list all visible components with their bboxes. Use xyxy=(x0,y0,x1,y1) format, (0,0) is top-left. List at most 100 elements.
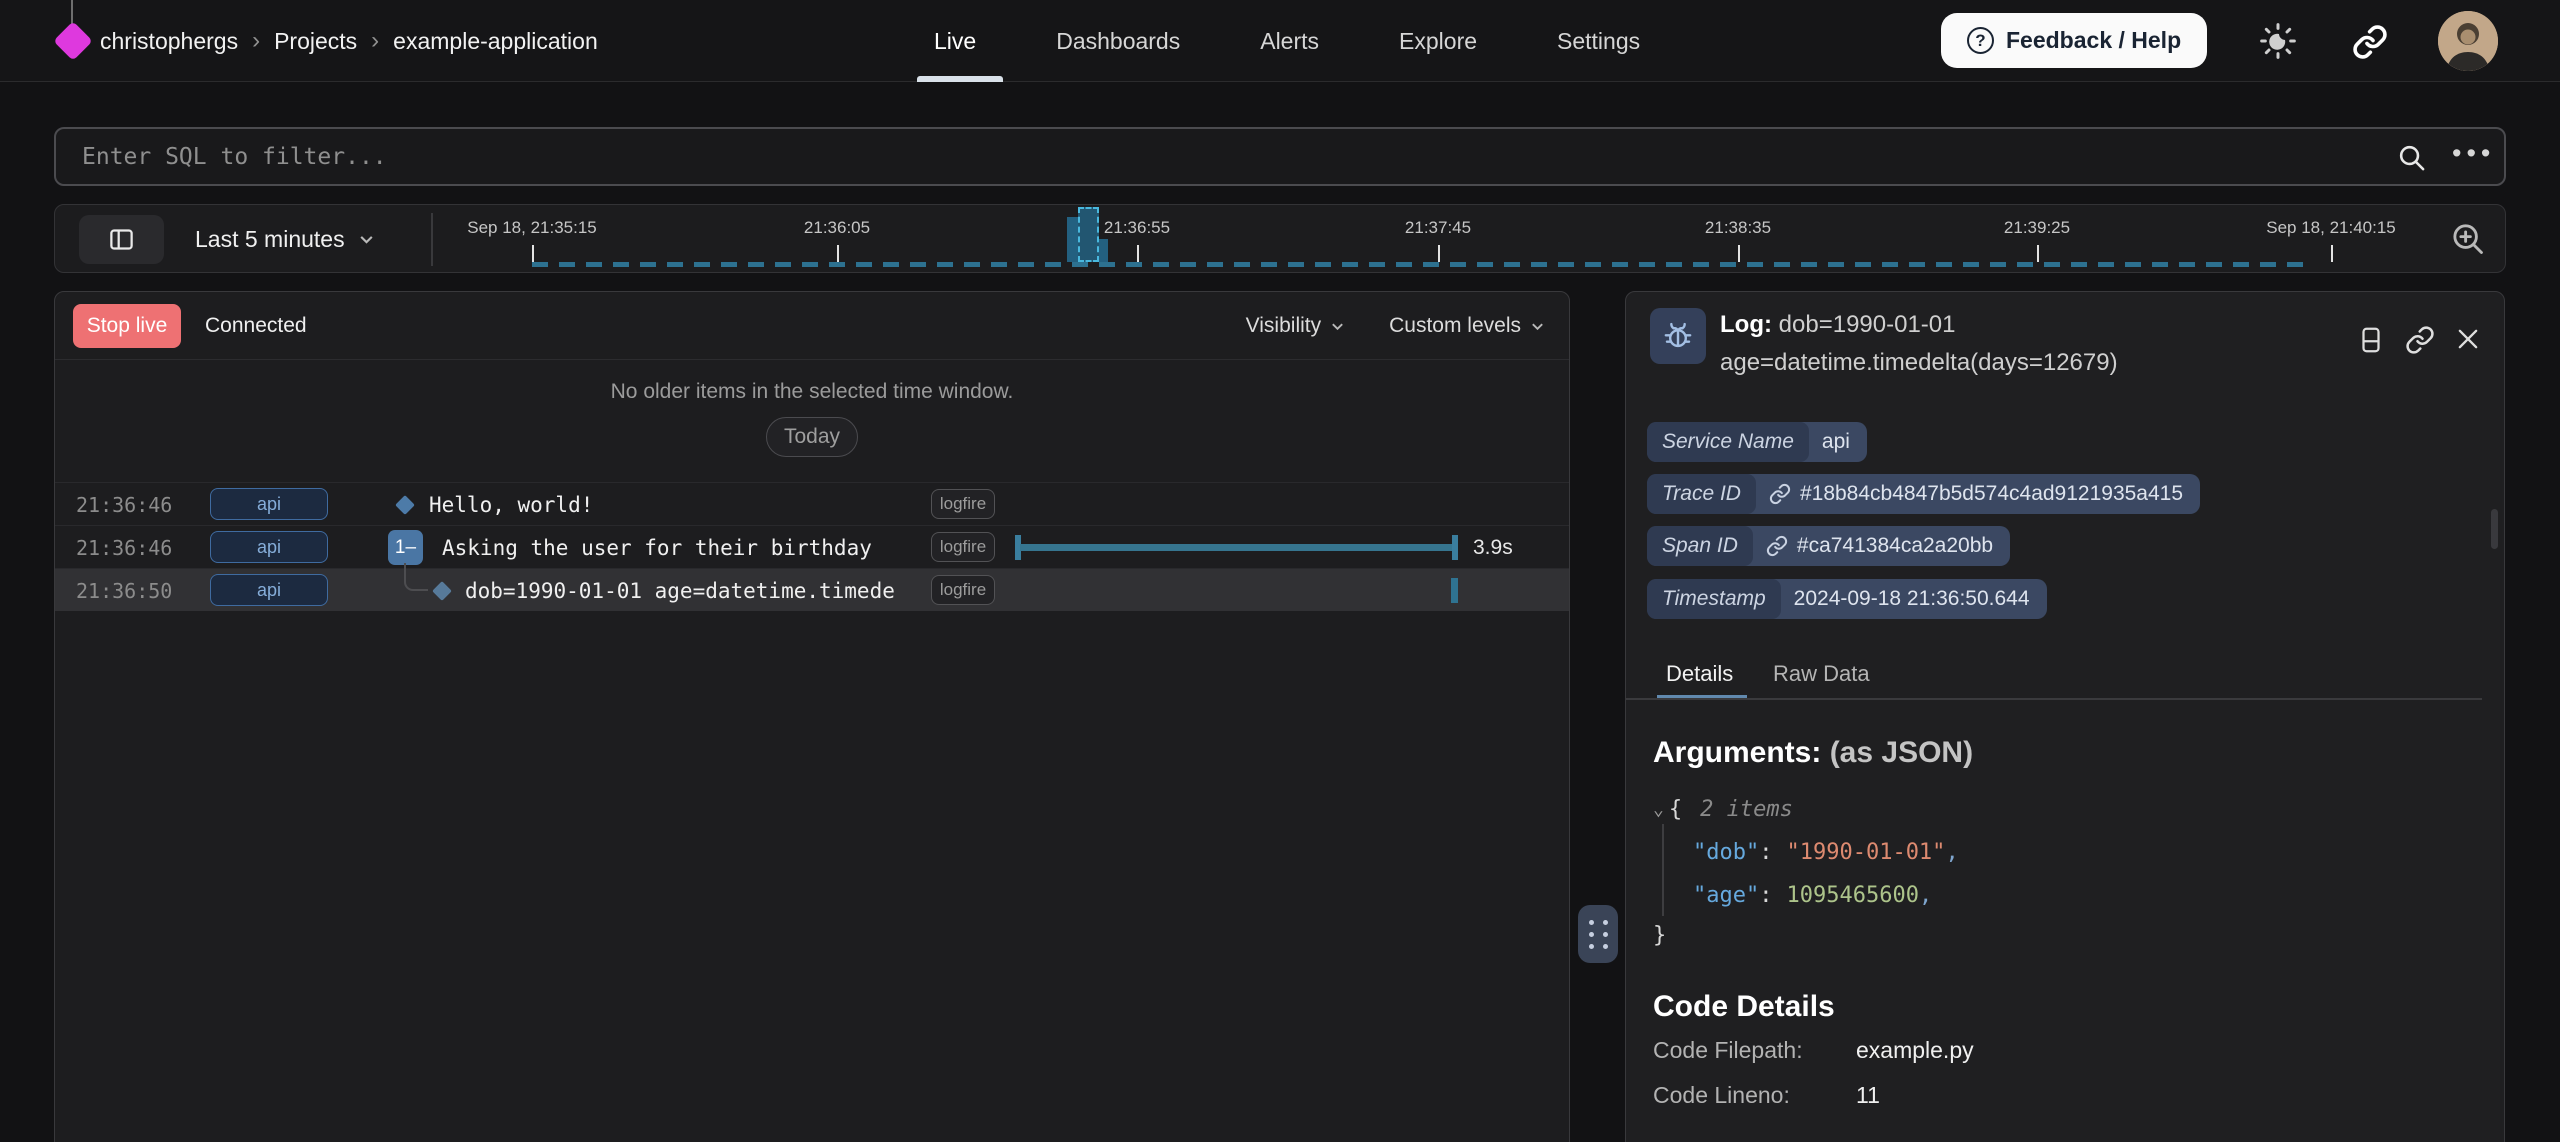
sql-filter-input[interactable]: Enter SQL to filter... ••• xyxy=(54,127,2506,186)
custom-levels-label: Custom levels xyxy=(1389,314,1521,338)
logfire-logo-icon[interactable] xyxy=(53,21,93,61)
tab-explore[interactable]: Explore xyxy=(1399,28,1477,55)
code-lineno-value: 11 xyxy=(1856,1082,1880,1109)
json-collapse-arrow[interactable]: ⌄ xyxy=(1653,799,1664,820)
log-message: Hello, world! xyxy=(429,483,593,526)
logfire-tag[interactable]: logfire xyxy=(931,532,995,562)
feedback-help-label: Feedback / Help xyxy=(2006,27,2181,54)
json-string-value: "1990-01-01" xyxy=(1786,840,1945,865)
code-lineno-label: Code Lineno: xyxy=(1653,1082,1790,1108)
theme-toggle-button[interactable] xyxy=(2258,21,2298,61)
log-row[interactable]: 21:36:46 api Hello, world! logfire xyxy=(55,482,1569,525)
today-button[interactable]: Today xyxy=(766,417,858,457)
trace-id-pill[interactable]: Trace ID #18b84cb4847b5d574c4ad9121935a4… xyxy=(1647,474,2200,514)
link-icon[interactable] xyxy=(1766,535,1788,557)
timeline-tick-label: Sep 18, 21:40:15 xyxy=(2266,218,2396,238)
span-duration-bar[interactable] xyxy=(1020,544,1454,551)
json-colon: : xyxy=(1759,883,1772,908)
log-diamond-icon xyxy=(432,581,452,601)
custom-levels-dropdown[interactable]: Custom levels xyxy=(1389,314,1545,338)
timeline-track[interactable] xyxy=(532,262,2304,267)
sidebar-toggle-button[interactable] xyxy=(79,215,164,264)
detail-title-text: dob=1990-01-01 age=datetime.timedelta(da… xyxy=(1720,311,2118,376)
timeline-histogram-bar[interactable] xyxy=(1067,217,1078,262)
timeline-divider xyxy=(431,213,433,266)
log-rows: 21:36:46 api Hello, world! logfire 21:36… xyxy=(55,482,1569,611)
chevron-down-icon xyxy=(1530,319,1545,334)
timeline-tick-label: 21:39:25 xyxy=(2004,218,2070,238)
stop-live-button[interactable]: Stop live xyxy=(73,304,181,348)
json-number-value: 1095465600 xyxy=(1786,883,1918,908)
chevron-down-icon xyxy=(358,231,375,248)
detail-tab-border xyxy=(1626,698,2482,700)
close-icon[interactable] xyxy=(2454,325,2482,353)
service-badge[interactable]: api xyxy=(210,488,328,520)
detail-panel-scrollbar[interactable] xyxy=(2491,509,2498,549)
span-id-pill[interactable]: Span ID #ca741384ca2a20bb xyxy=(1647,526,2010,566)
visibility-dropdown[interactable]: Visibility xyxy=(1246,314,1345,338)
sql-filter-placeholder: Enter SQL to filter... xyxy=(82,129,387,184)
chevron-down-icon xyxy=(1330,319,1345,334)
timeline-zoom-in-button[interactable] xyxy=(2449,220,2487,258)
breadcrumb-projects[interactable]: Projects xyxy=(274,28,357,55)
log-row-selected[interactable]: 21:36:50 api dob=1990-01-01 age=datetime… xyxy=(55,568,1569,611)
link-icon xyxy=(2352,24,2388,60)
panel-resize-handle[interactable] xyxy=(1578,905,1618,963)
breadcrumb-separator: › xyxy=(252,27,260,55)
log-message: dob=1990-01-01 age=datetime.timede xyxy=(465,569,895,612)
time-range-dropdown[interactable]: Last 5 minutes xyxy=(195,205,375,274)
empty-window-message: No older items in the selected time wind… xyxy=(55,380,1569,404)
tab-settings[interactable]: Settings xyxy=(1557,28,1640,55)
user-avatar[interactable] xyxy=(2438,11,2498,71)
span-collapse-badge[interactable]: 1– xyxy=(388,530,423,565)
json-entry: "dob" : "1990-01-01" , xyxy=(1693,831,1959,874)
json-comma: , xyxy=(1919,883,1932,908)
tab-alerts[interactable]: Alerts xyxy=(1260,28,1319,55)
json-close-line: } xyxy=(1653,914,1666,957)
json-entry: "age" : 1095465600 , xyxy=(1693,874,1932,917)
share-link-button[interactable] xyxy=(2352,24,2388,60)
copy-link-icon[interactable] xyxy=(2405,325,2435,355)
meta-value: #18b84cb4847b5d574c4ad9121935a415 xyxy=(1800,482,2183,506)
arguments-heading-suffix: (as JSON) xyxy=(1830,736,1973,769)
tab-dashboards[interactable]: Dashboards xyxy=(1056,28,1180,55)
link-icon[interactable] xyxy=(1769,483,1791,505)
timeline-tick-label: Sep 18, 21:35:15 xyxy=(467,218,597,238)
json-items-count: 2 items xyxy=(1700,797,1793,822)
sun-moon-icon xyxy=(2258,21,2298,61)
json-open-brace: { xyxy=(1669,797,1682,822)
live-log-panel: Stop live Connected Visibility Custom le… xyxy=(54,291,1570,1142)
timeline-tick-label: 21:36:55 xyxy=(1104,218,1170,238)
logfire-tag[interactable]: logfire xyxy=(931,489,995,519)
tab-details[interactable]: Details xyxy=(1666,661,1733,687)
tab-raw-data[interactable]: Raw Data xyxy=(1773,661,1870,687)
detail-title: Log: dob=1990-01-01 age=datetime.timedel… xyxy=(1720,306,2330,382)
timeline-histogram-bar[interactable] xyxy=(1099,239,1108,262)
log-level-tile xyxy=(1650,308,1706,364)
service-badge[interactable]: api xyxy=(210,574,328,606)
tab-live[interactable]: Live xyxy=(934,28,976,55)
breadcrumb-project-name[interactable]: example-application xyxy=(393,28,598,55)
service-name-pill[interactable]: Service Name api xyxy=(1647,422,1867,462)
json-comma: , xyxy=(1945,840,1958,865)
navbar: christophergs › Projects › example-appli… xyxy=(0,0,2560,82)
log-time: 21:36:46 xyxy=(76,526,172,569)
bug-icon xyxy=(1661,319,1695,353)
logfire-tag[interactable]: logfire xyxy=(931,575,995,605)
filter-more-menu[interactable]: ••• xyxy=(2452,138,2495,169)
timeline-tick-mark xyxy=(1738,245,1740,262)
panel-layout-icon[interactable] xyxy=(2356,325,2386,355)
meta-label: Service Name xyxy=(1647,422,1809,462)
live-panel-controls: Visibility Custom levels xyxy=(1246,292,1545,360)
timeline-tick-mark xyxy=(1137,245,1139,262)
span-bar-end-cap xyxy=(1452,535,1458,560)
breadcrumb-user[interactable]: christophergs xyxy=(100,28,238,55)
json-key: "age" xyxy=(1693,883,1759,908)
timestamp-pill[interactable]: Timestamp 2024-09-18 21:36:50.644 xyxy=(1647,579,2047,619)
service-badge[interactable]: api xyxy=(210,531,328,563)
log-row-span[interactable]: 21:36:46 api 1– Asking the user for thei… xyxy=(55,525,1569,568)
span-duration-label: 3.9s xyxy=(1473,526,1513,569)
timeline-histogram-bar-selected[interactable] xyxy=(1078,207,1099,262)
search-icon[interactable] xyxy=(2396,142,2427,173)
feedback-help-button[interactable]: ? Feedback / Help xyxy=(1941,13,2207,68)
